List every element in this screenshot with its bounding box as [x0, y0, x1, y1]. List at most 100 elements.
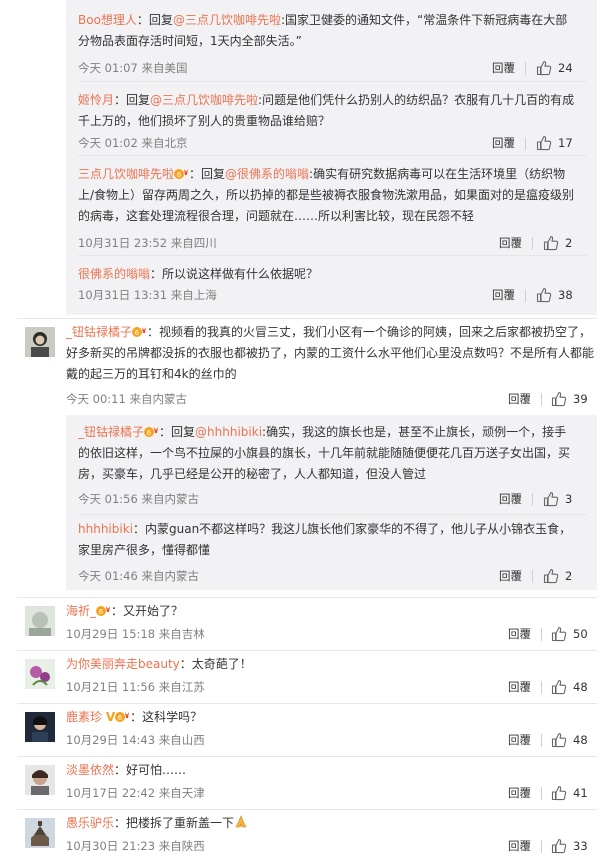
comment-time: 10月30日 21:23 来自陕西	[66, 839, 205, 853]
thumbs-up-icon	[551, 786, 567, 801]
reply-time: 10月31日 13:31 来自上海	[78, 288, 217, 302]
like-button[interactable]: 48	[551, 679, 596, 695]
mention-link[interactable]: @hhhhibiki	[195, 425, 262, 439]
reply-button[interactable]: 回覆	[492, 287, 515, 303]
like-count: 41	[573, 786, 588, 800]
reply-text: ：所以说这样做有什么依据呢？	[150, 267, 319, 281]
praying-hands-icon	[234, 815, 248, 829]
author-link[interactable]: Boo想理人	[78, 13, 137, 27]
divider	[541, 681, 542, 694]
svg-text:6: 6	[147, 429, 152, 437]
comment-body: 海祈_ 6 ：又开始了？	[66, 601, 596, 622]
member-badge-icon: 6	[174, 166, 189, 179]
avatar[interactable]	[25, 712, 55, 742]
reply-button[interactable]: 回覆	[508, 626, 531, 642]
thumbs-up-icon	[551, 680, 567, 695]
mention-link[interactable]: @三点几饮咖啡先啦	[173, 13, 281, 27]
author-link[interactable]: 海祈_	[66, 604, 96, 618]
reply-button[interactable]: 回覆	[508, 391, 531, 407]
reply-word: ：回复	[159, 425, 196, 439]
like-button[interactable]: 50	[551, 626, 596, 642]
like-button[interactable]: 24	[536, 60, 586, 76]
sub-reply: 很佛系的嗡嗡：所以说这样做有什么依据呢？ 10月31日 13:31 来自上海 回…	[66, 256, 597, 315]
member-badge-icon: 6	[144, 424, 159, 437]
comment-time: 10月17日 22:42 来自天津	[66, 786, 205, 800]
like-button[interactable]: 2	[543, 235, 583, 251]
avatar[interactable]	[25, 659, 55, 689]
like-count: 3	[565, 492, 573, 506]
divider	[17, 650, 597, 651]
divider	[532, 570, 533, 583]
like-count: 48	[573, 680, 588, 694]
reply-text: ：内蒙guan不都这样吗？我这儿旗长他们家豪华的不得了，他儿子从小锦衣玉食，家里…	[78, 522, 572, 557]
reply-button[interactable]: 回覆	[508, 785, 531, 801]
reply-button[interactable]: 回覆	[508, 732, 531, 748]
like-count: 50	[573, 627, 588, 641]
reply-word: ：回复	[114, 93, 151, 107]
comment-time: 今天 00:11 来自内蒙古	[66, 392, 187, 406]
reply-button[interactable]: 回覆	[508, 679, 531, 695]
like-count: 48	[573, 733, 588, 747]
comment-time: 10月29日 15:18 来自吉林	[66, 627, 205, 641]
like-count: 17	[558, 136, 573, 150]
svg-text:6: 6	[177, 171, 182, 179]
author-link[interactable]: _钮钴禄橘子	[66, 325, 132, 339]
avatar[interactable]	[25, 765, 55, 795]
reply-time: 今天 01:02 来自北京	[78, 136, 188, 150]
sub-reply: _钮钴禄橘子 6 ：回复@hhhhibiki:确实，我这的旗长也是，甚至不止旗长，顽…	[66, 415, 597, 515]
author-link[interactable]: 姬怜月	[78, 93, 114, 107]
comment-text: ：好可怕……	[114, 763, 187, 777]
author-link[interactable]: hhhhibiki	[78, 522, 133, 536]
like-button[interactable]: 3	[543, 491, 583, 507]
like-button[interactable]: 38	[536, 287, 586, 303]
like-button[interactable]: 41	[551, 785, 596, 801]
like-button[interactable]: 39	[551, 391, 596, 407]
like-button[interactable]: 48	[551, 732, 596, 748]
author-link[interactable]: 为你美丽奔走beauty	[66, 657, 180, 671]
avatar[interactable]	[25, 327, 55, 357]
like-count: 24	[558, 61, 573, 75]
thumbs-up-icon	[551, 839, 567, 854]
like-button[interactable]: 33	[551, 838, 596, 854]
comment-body: 为你美丽奔走beauty：太奇葩了！	[66, 654, 596, 675]
avatar[interactable]	[25, 818, 55, 848]
author-link[interactable]: _钮钴禄橘子	[78, 425, 144, 439]
divider	[525, 289, 526, 302]
reply-button[interactable]: 回覆	[499, 491, 522, 507]
divider	[541, 787, 542, 800]
reply-time: 10月31日 23:52 来自四川	[78, 236, 217, 250]
mention-link[interactable]: @三点几饮咖啡先啦	[150, 93, 258, 107]
comment-time: 10月29日 14:43 来自山西	[66, 733, 205, 747]
like-count: 2	[565, 569, 573, 583]
reply-button[interactable]: 回覆	[499, 235, 522, 251]
reply-button[interactable]: 回覆	[508, 838, 531, 854]
author-link[interactable]: 愚乐驴乐	[66, 816, 114, 830]
divider	[525, 137, 526, 150]
reply-time: 今天 01:07 来自美国	[78, 61, 188, 75]
author-link[interactable]: 鹿素珍	[66, 710, 102, 724]
author-link[interactable]: 很佛系的嗡嗡	[78, 267, 150, 281]
reply-button[interactable]: 回覆	[492, 60, 515, 76]
thumbs-up-icon	[543, 492, 559, 507]
comment-text: ：把楼拆了重新盖一下	[114, 816, 235, 830]
author-link[interactable]: 淡墨依然	[66, 763, 114, 777]
like-button[interactable]: 17	[536, 135, 586, 151]
reply-thread: Boo想理人：回复@三点几饮咖啡先啦:国家卫健委的通知文件，“常温条件下新冠病毒…	[66, 0, 597, 315]
thumbs-up-icon	[543, 569, 559, 584]
mention-link[interactable]: @很佛系的嗡嗡	[225, 167, 309, 181]
reply-word: ：回复	[189, 167, 226, 181]
reply-button[interactable]: 回覆	[492, 135, 515, 151]
divider	[525, 62, 526, 75]
comment-text: ：这科学吗？	[130, 710, 203, 724]
comment-body: 愚乐驴乐：把楼拆了重新盖一下	[66, 813, 596, 834]
thumbs-up-icon	[536, 61, 552, 76]
avatar[interactable]	[25, 606, 55, 636]
divider	[541, 393, 542, 406]
like-button[interactable]: 2	[543, 568, 583, 584]
reply-button[interactable]: 回覆	[499, 568, 522, 584]
member-badge-icon: 6	[132, 324, 147, 337]
reply-time: 今天 01:56 来自内蒙古	[78, 492, 199, 506]
like-count: 39	[573, 392, 588, 406]
sub-reply: 姬怜月：回复@三点几饮咖啡先啦:问题是他们凭什么扔别人的纺织品？衣服有几十几百的…	[66, 82, 597, 156]
author-link[interactable]: 三点几饮咖啡先啦	[78, 167, 174, 181]
